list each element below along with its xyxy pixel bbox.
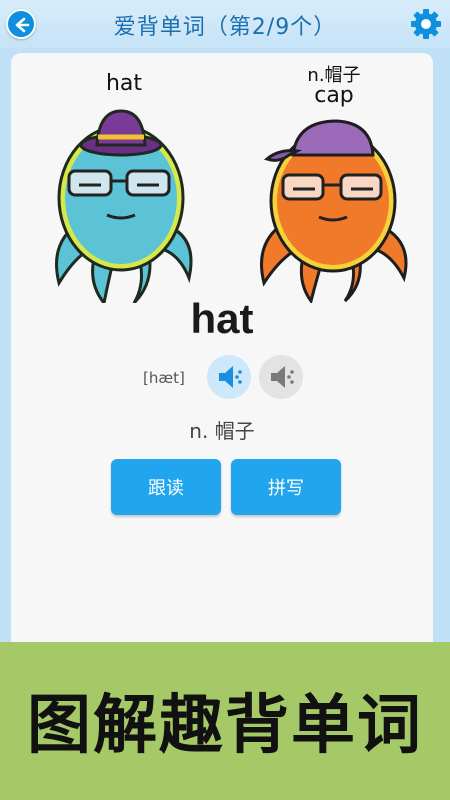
banner-title: 图解趣背单词	[27, 689, 423, 763]
promo-banner: 图解趣背单词	[0, 642, 450, 800]
picture-option-cap[interactable]: n.帽子 cap	[249, 61, 419, 303]
speaker-slow-icon	[271, 366, 294, 388]
back-arrow-icon	[15, 17, 30, 33]
speaker-icon	[219, 366, 242, 388]
page-title: 爱背单词（第2/9个）	[113, 15, 337, 40]
play-slow-pronunciation-button[interactable]	[259, 355, 303, 399]
back-button[interactable]	[6, 9, 36, 39]
picture-label: hat	[105, 71, 143, 96]
gear-icon	[411, 9, 441, 39]
picture-label: cap	[314, 83, 354, 108]
play-pronunciation-button[interactable]	[207, 355, 251, 399]
word-card: hat n.帽子 cap hat [hæt] n. 帽子 跟读 拼写	[11, 53, 433, 653]
word-meaning: n. 帽子	[189, 419, 255, 443]
follow-read-button[interactable]: 跟读	[111, 459, 221, 515]
picture-option-hat[interactable]: hat	[39, 63, 209, 303]
octopus-cap-illustration	[260, 119, 408, 303]
settings-button[interactable]	[410, 8, 442, 40]
phonetic-transcription: [hæt]	[143, 369, 185, 387]
spell-button[interactable]: 拼写	[231, 459, 341, 515]
octopus-hat-illustration	[55, 109, 193, 303]
header-bar: 爱背单词（第2/9个）	[0, 0, 450, 48]
vocabulary-word: hat	[190, 295, 254, 342]
